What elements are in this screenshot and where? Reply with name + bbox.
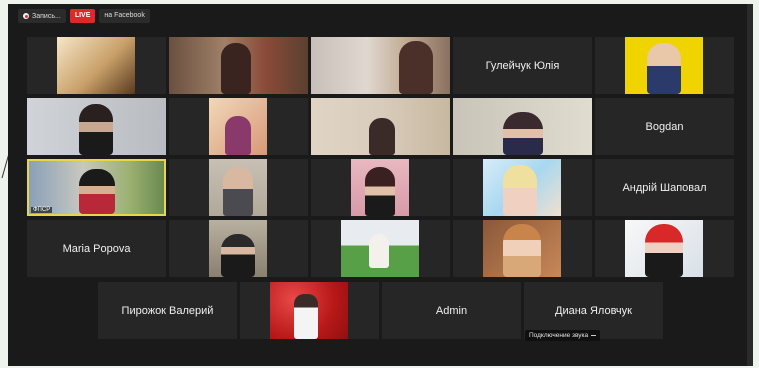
participant-tile-video[interactable] [311, 220, 450, 277]
participant-tile-video[interactable] [27, 37, 166, 94]
participant-badge: ФПСР [31, 207, 53, 213]
person-silhouette [221, 43, 251, 94]
participant-tile-video[interactable] [169, 220, 308, 277]
audio-connecting-status[interactable]: Подключение звука [525, 330, 601, 341]
participant-tile-video[interactable] [453, 220, 592, 277]
participant-tile-video[interactable] [311, 159, 450, 216]
person-silhouette [294, 294, 318, 339]
person-silhouette [225, 116, 251, 155]
person-silhouette [79, 104, 113, 155]
person-silhouette [647, 43, 681, 94]
participant-name: Пирожок Валерий [121, 304, 214, 317]
participant-tile-andrii[interactable]: Андрій Шаповал [595, 159, 734, 216]
meeting-top-bar: Запись... LIVE на Facebook [18, 8, 150, 24]
person-silhouette [503, 165, 537, 216]
person-silhouette [369, 234, 389, 268]
participant-tile-video[interactable] [169, 159, 308, 216]
person-silhouette [223, 167, 253, 216]
participant-name: Диана Яловчук [555, 304, 632, 317]
participant-name: Maria Popova [62, 242, 131, 255]
participant-tile-active-speaker[interactable]: ФПСР [27, 159, 166, 216]
live-badge[interactable]: LIVE [69, 9, 96, 23]
participant-tile-video[interactable] [169, 98, 308, 155]
recording-indicator[interactable]: Запись... [18, 9, 66, 23]
chevron-icon [591, 334, 597, 336]
participant-tile-video[interactable] [311, 98, 450, 155]
participant-tile-video[interactable] [311, 37, 450, 94]
person-silhouette [79, 169, 115, 214]
participant-tile-video[interactable] [27, 98, 166, 155]
participant-name: Андрій Шаповал [622, 181, 707, 194]
participant-tile-valerii[interactable]: Пирожок Валерий [98, 282, 237, 339]
participant-tile-maria[interactable]: Maria Popova [27, 220, 166, 277]
participant-tile-video[interactable] [595, 37, 734, 94]
person-silhouette [503, 112, 543, 155]
person-silhouette [645, 224, 683, 277]
record-icon [23, 13, 29, 19]
participant-tile-video[interactable] [453, 98, 592, 155]
person-silhouette [365, 167, 395, 216]
participant-tile-yuliia[interactable]: Гулейчук Юлія [453, 37, 592, 94]
facebook-stream-label[interactable]: на Facebook [99, 9, 150, 23]
person-silhouette [369, 118, 395, 155]
participant-name: Bogdan [645, 120, 684, 133]
participant-name: Admin [435, 304, 468, 317]
participant-tile-video[interactable] [595, 220, 734, 277]
participant-tile-video[interactable] [240, 282, 379, 339]
person-silhouette [399, 41, 433, 94]
person-silhouette [221, 234, 255, 277]
participant-name: Гулейчук Юлія [485, 59, 560, 72]
participant-tile-video[interactable] [453, 159, 592, 216]
participant-tile-video[interactable] [169, 37, 308, 94]
participant-tile-bogdan[interactable]: Bogdan [595, 98, 734, 155]
participant-video [57, 37, 135, 94]
recording-label: Запись... [32, 12, 61, 20]
status-text: Подключение звука [529, 332, 589, 339]
person-silhouette [503, 224, 541, 277]
participant-tile-admin[interactable]: Admin [382, 282, 521, 339]
